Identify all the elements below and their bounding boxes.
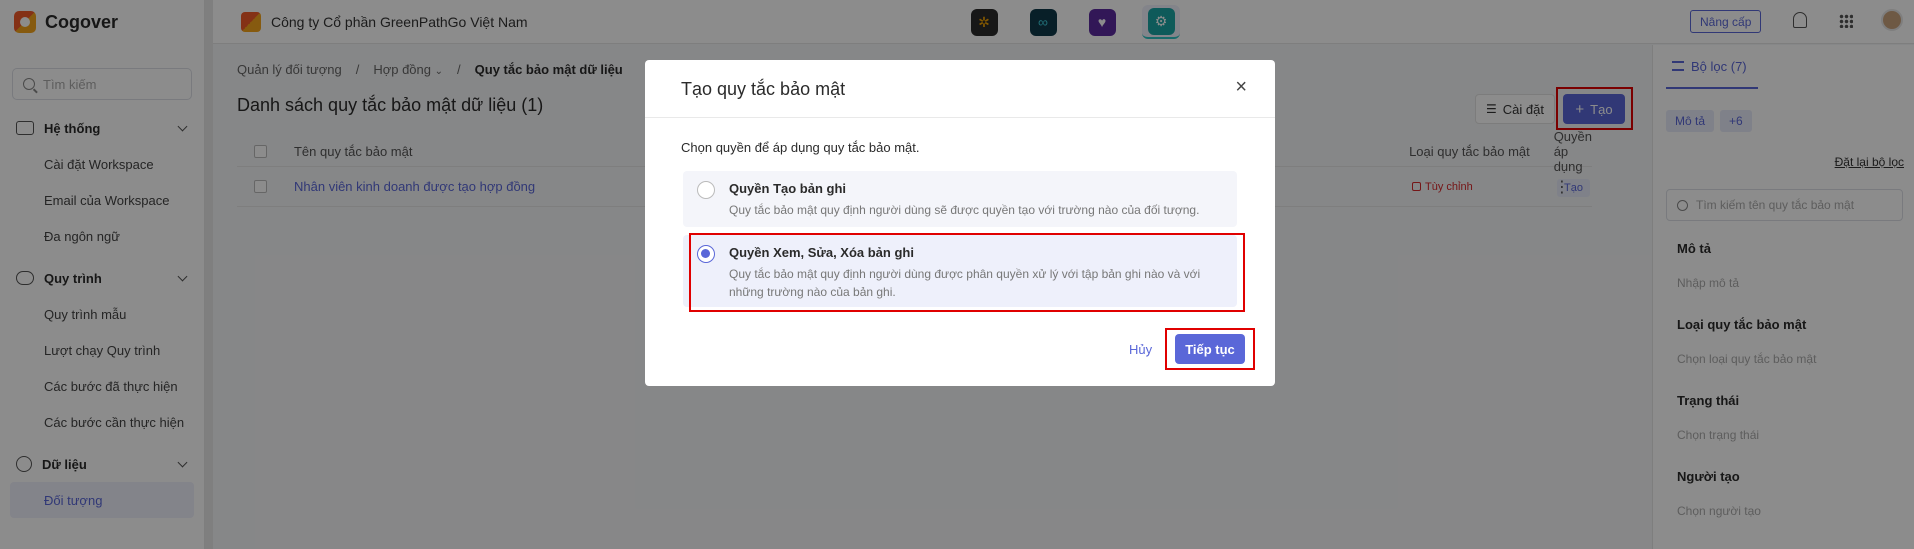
close-icon[interactable]: ×	[1235, 76, 1247, 99]
option-create-permission[interactable]: Quyền Tạo bản ghi Quy tắc bảo mật quy đị…	[683, 171, 1237, 227]
option-description: Quy tắc bảo mật quy định người dùng sẽ đ…	[729, 203, 1200, 217]
dialog-title: Tạo quy tắc bảo mật	[681, 79, 846, 99]
dialog-divider	[645, 117, 1275, 118]
radio-create-permission[interactable]	[697, 181, 715, 199]
highlight-continue-button	[1165, 328, 1255, 370]
cancel-button[interactable]: Hủy	[1129, 342, 1152, 357]
create-rule-dialog: Tạo quy tắc bảo mật × Chọn quyền để áp d…	[645, 60, 1275, 386]
dialog-subtitle: Chọn quyền để áp dụng quy tắc bảo mật.	[681, 140, 920, 155]
option-title: Quyền Tạo bản ghi	[729, 181, 847, 196]
highlight-selected-option	[689, 233, 1245, 312]
